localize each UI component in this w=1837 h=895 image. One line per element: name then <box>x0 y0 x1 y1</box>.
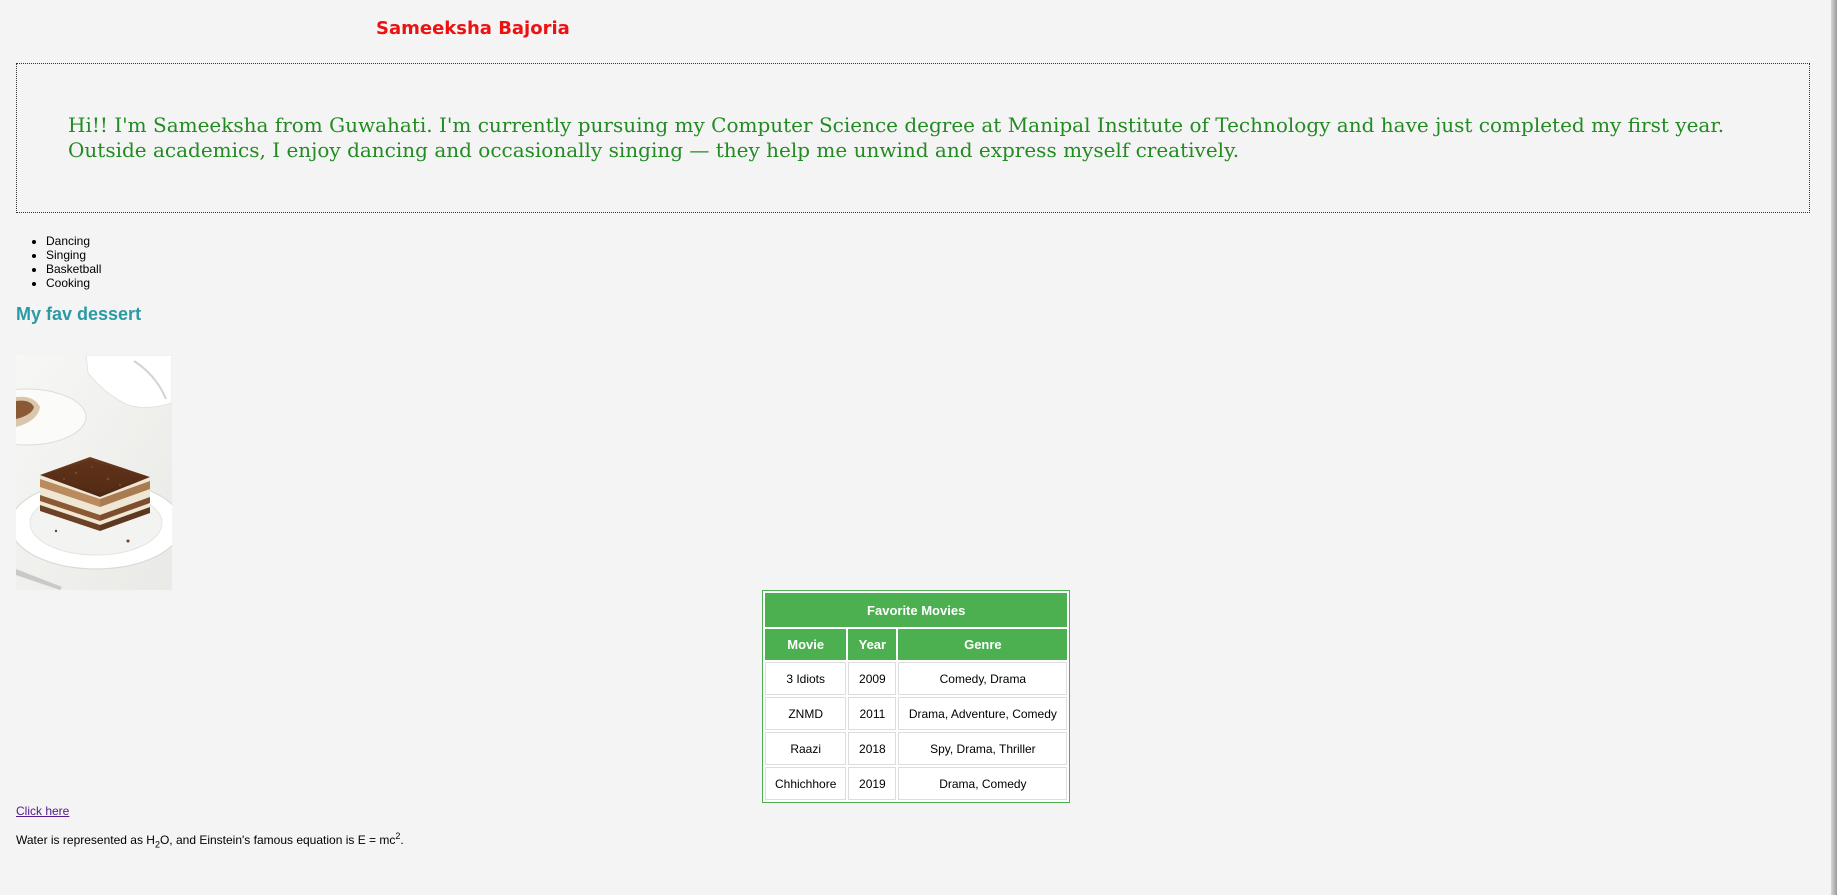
genre-cell: Comedy, Drama <box>898 662 1068 695</box>
table-row: Raazi 2018 Spy, Drama, Thriller <box>765 732 1068 765</box>
hobby-item: Singing <box>46 248 101 262</box>
genre-cell: Spy, Drama, Thriller <box>898 732 1068 765</box>
window-edge <box>1831 0 1837 895</box>
hobby-item: Dancing <box>46 234 101 248</box>
favorite-movies-table: Favorite Movies Movie Year Genre 3 Idiot… <box>762 590 1071 803</box>
hobbies-list: Dancing Singing Basketball Cooking <box>16 234 101 290</box>
click-here-link[interactable]: Click here <box>16 804 69 818</box>
year-cell: 2019 <box>848 767 897 800</box>
intro-paragraph: Hi!! I'm Sameeksha from Guwahati. I'm cu… <box>68 113 1725 162</box>
table-row: Chhichhore 2019 Drama, Comedy <box>765 767 1068 800</box>
table-row: ZNMD 2011 Drama, Adventure, Comedy <box>765 697 1068 730</box>
equation-part-2: O, and Einstein's famous equation is E =… <box>159 833 396 847</box>
equation-text: Water is represented as H2O, and Einstei… <box>16 832 404 849</box>
tiramisu-cake-image <box>16 355 172 590</box>
movie-cell: ZNMD <box>765 697 847 730</box>
intro-box: Hi!! I'm Sameeksha from Guwahati. I'm cu… <box>16 63 1810 213</box>
movie-cell: Chhichhore <box>765 767 847 800</box>
genre-cell: Drama, Adventure, Comedy <box>898 697 1068 730</box>
year-cell: 2018 <box>848 732 897 765</box>
hobby-item: Cooking <box>46 276 101 290</box>
movie-cell: Raazi <box>765 732 847 765</box>
table-caption: Favorite Movies <box>765 593 1068 627</box>
column-header-genre: Genre <box>898 629 1068 660</box>
movie-cell: 3 Idiots <box>765 662 847 695</box>
dessert-heading: My fav dessert <box>16 304 142 324</box>
year-cell: 2011 <box>848 697 897 730</box>
column-header-movie: Movie <box>765 629 847 660</box>
genre-cell: Drama, Comedy <box>898 767 1068 800</box>
equation-part-3: . <box>400 833 404 847</box>
year-cell: 2009 <box>848 662 897 695</box>
hobby-item: Basketball <box>46 262 101 276</box>
equation-part-1: Water is represented as H <box>16 833 155 847</box>
page-title: Sameeksha Bajoria <box>376 18 570 39</box>
column-header-year: Year <box>848 629 897 660</box>
table-row: 3 Idiots 2009 Comedy, Drama <box>765 662 1068 695</box>
